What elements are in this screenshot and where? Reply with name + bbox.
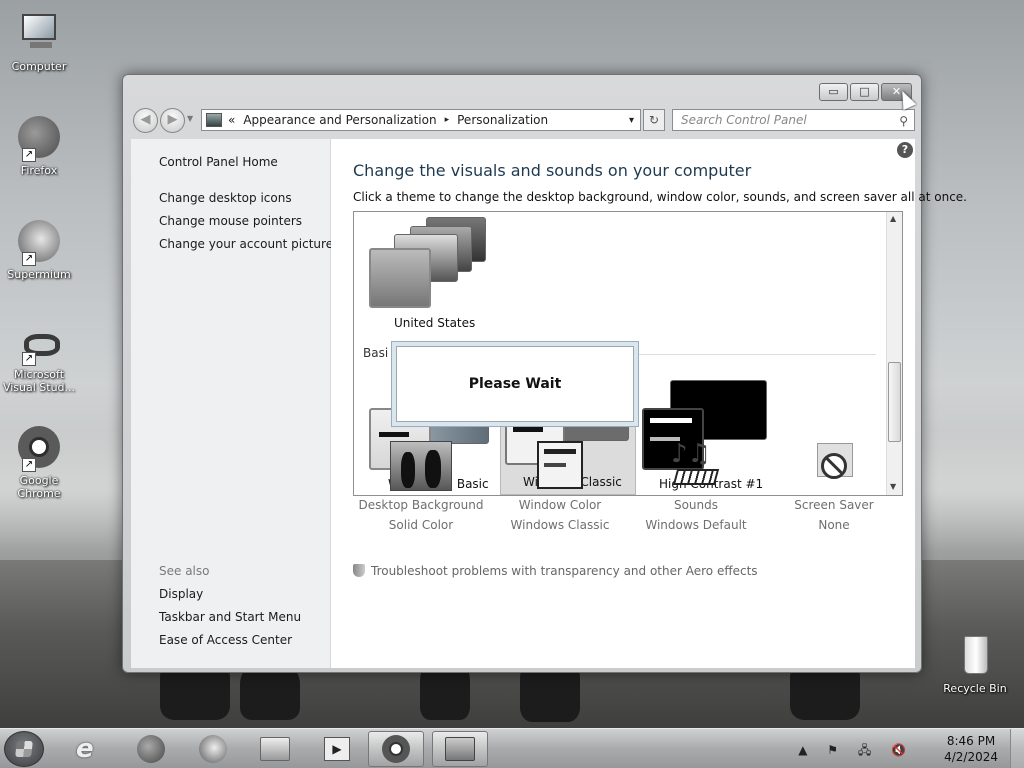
- change-mouse-pointers-link[interactable]: Change mouse pointers: [159, 214, 302, 228]
- shield-icon: [353, 564, 365, 577]
- computer-icon: [16, 10, 62, 56]
- screen-saver-value: None: [818, 518, 850, 532]
- taskbar-firefox[interactable]: [124, 731, 180, 767]
- control-panel-icon: [206, 113, 222, 127]
- recent-pages-chevron-icon[interactable]: ▼: [187, 114, 193, 123]
- screen-saver-setting[interactable]: Screen Saver None: [769, 441, 899, 535]
- taskbar-internet-explorer[interactable]: e: [62, 731, 118, 767]
- window-color-setting[interactable]: Window Color Windows Classic: [495, 441, 625, 535]
- scroll-thumb[interactable]: [888, 362, 901, 442]
- taskbar: e ▶ ▲ ⚑ 🖧 🔇 8:46 PM 4/2/2024: [0, 728, 1024, 768]
- search-input[interactable]: Search Control Panel ⚲: [672, 109, 915, 131]
- desktop-background-setting[interactable]: Desktop Background Solid Color: [356, 441, 486, 535]
- sounds-icon: ♪♫: [665, 441, 727, 491]
- desktop-icon-label: Supermium: [7, 268, 71, 281]
- breadcrumb-separator-icon[interactable]: ▸: [445, 115, 450, 125]
- page-title: Change the visuals and sounds on your co…: [353, 161, 752, 180]
- taskbar-media-player[interactable]: ▶: [310, 731, 366, 767]
- refresh-button[interactable]: ↻: [643, 109, 665, 131]
- help-icon[interactable]: ?: [897, 142, 913, 158]
- theme-label: United States: [394, 316, 476, 330]
- desktop-icon-label: Firefox: [20, 164, 58, 177]
- sounds-title: Sounds: [673, 498, 719, 512]
- please-wait-dialog: Please Wait: [391, 341, 639, 427]
- desktop-background-value: Solid Color: [388, 518, 454, 532]
- navigation-bar: ◀ ▶ ▼ « Appearance and Personalization ▸…: [131, 107, 915, 133]
- window-color-icon: [529, 441, 591, 491]
- screen-saver-title: Screen Saver: [794, 498, 874, 512]
- firefox-icon: [137, 735, 165, 763]
- supermium-icon: [199, 735, 227, 763]
- address-bar[interactable]: « Appearance and Personalization ▸ Perso…: [201, 109, 641, 131]
- window-color-title: Window Color: [518, 498, 602, 512]
- firefox-icon: ↗: [16, 114, 62, 162]
- folder-icon: [260, 737, 290, 761]
- supermium-icon: ↗: [16, 218, 62, 266]
- clock[interactable]: 8:46 PM 4/2/2024: [944, 733, 998, 765]
- change-desktop-icons-link[interactable]: Change desktop icons: [159, 191, 292, 205]
- taskbar-start-menu-link[interactable]: Taskbar and Start Menu: [159, 610, 301, 624]
- forward-button[interactable]: ▶: [160, 108, 185, 133]
- clock-date: 4/2/2024: [944, 750, 998, 764]
- desktop-icon-firefox[interactable]: ↗ Firefox: [0, 114, 78, 177]
- desktop-icon-computer[interactable]: Computer: [0, 10, 78, 73]
- breadcrumb-personalization[interactable]: Personalization: [457, 113, 548, 127]
- desktop-icon-label: Google Chrome: [17, 474, 61, 500]
- notification-area[interactable]: ▲ ⚑ 🖧 🔇: [798, 741, 914, 762]
- task-pane: Control Panel Home Change desktop icons …: [131, 139, 333, 668]
- minimize-button[interactable]: ▭: [819, 83, 848, 101]
- taskbar-file-explorer[interactable]: [248, 731, 304, 767]
- desktop-icon-label: Microsoft Visual Stud...: [2, 368, 76, 394]
- sounds-value: Windows Default: [645, 518, 747, 532]
- start-orb-icon[interactable]: [4, 731, 44, 767]
- taskbar-control-panel[interactable]: [432, 731, 488, 767]
- troubleshoot-link[interactable]: Troubleshoot problems with transparency …: [353, 564, 758, 578]
- sounds-setting[interactable]: ♪♫ Sounds Windows Default: [631, 441, 761, 535]
- desktop-background-title: Desktop Background: [358, 498, 484, 512]
- taskbar-chrome[interactable]: [368, 731, 424, 767]
- desktop-icon-recycle-bin[interactable]: Recycle Bin: [936, 632, 1014, 695]
- taskbar-supermium[interactable]: [186, 731, 242, 767]
- desktop-icon-supermium[interactable]: ↗ Supermium: [0, 218, 78, 281]
- breadcrumb-appearance[interactable]: Appearance and Personalization: [243, 113, 436, 127]
- basic-themes-heading: Basi: [363, 346, 389, 360]
- recycle-bin-icon: [952, 632, 998, 678]
- control-panel-home-link[interactable]: Control Panel Home: [159, 155, 278, 169]
- please-wait-text: Please Wait: [396, 346, 634, 422]
- chrome-icon: ↗: [16, 424, 62, 472]
- address-dropdown-icon[interactable]: ▾: [629, 115, 634, 126]
- display-link[interactable]: Display: [159, 587, 203, 601]
- desktop-icon-label: Recycle Bin: [943, 682, 1007, 695]
- penguins-icon: [390, 441, 452, 491]
- breadcrumb-overflow[interactable]: «: [228, 113, 235, 127]
- back-button[interactable]: ◀: [133, 108, 158, 133]
- search-icon[interactable]: ⚲: [899, 111, 908, 131]
- screen-saver-icon: [803, 441, 865, 491]
- personalization-window: ▭ □ ✕ ◀ ▶ ▼ « Appearance and Personaliza…: [122, 74, 967, 673]
- clock-time: 8:46 PM: [946, 734, 996, 748]
- desktop-icon-chrome[interactable]: ↗ Google Chrome: [0, 424, 78, 500]
- troubleshoot-text: Troubleshoot problems with transparency …: [371, 564, 758, 578]
- media-player-icon: ▶: [324, 737, 350, 761]
- scroll-up-icon[interactable]: ▲: [890, 214, 896, 223]
- page-subtitle: Click a theme to change the desktop back…: [353, 190, 967, 204]
- change-account-picture-link[interactable]: Change your account picture: [159, 237, 333, 251]
- visual-studio-icon: ↗: [16, 330, 62, 366]
- see-also-heading: See also: [159, 564, 210, 578]
- main-content: ? Change the visuals and sounds on your …: [331, 139, 967, 668]
- search-placeholder: Search Control Panel: [681, 113, 807, 127]
- maximize-button[interactable]: □: [850, 83, 879, 101]
- control-panel-icon: [445, 737, 475, 761]
- show-desktop-button[interactable]: [1010, 729, 1024, 768]
- window-color-value: Windows Classic: [510, 518, 610, 532]
- chrome-icon: [382, 735, 410, 763]
- desktop-icon-visual-studio[interactable]: ↗ Microsoft Visual Stud...: [0, 330, 78, 394]
- internet-explorer-icon: e: [76, 734, 94, 764]
- desktop-icon-label: Computer: [11, 60, 67, 73]
- ease-of-access-link[interactable]: Ease of Access Center: [159, 633, 292, 647]
